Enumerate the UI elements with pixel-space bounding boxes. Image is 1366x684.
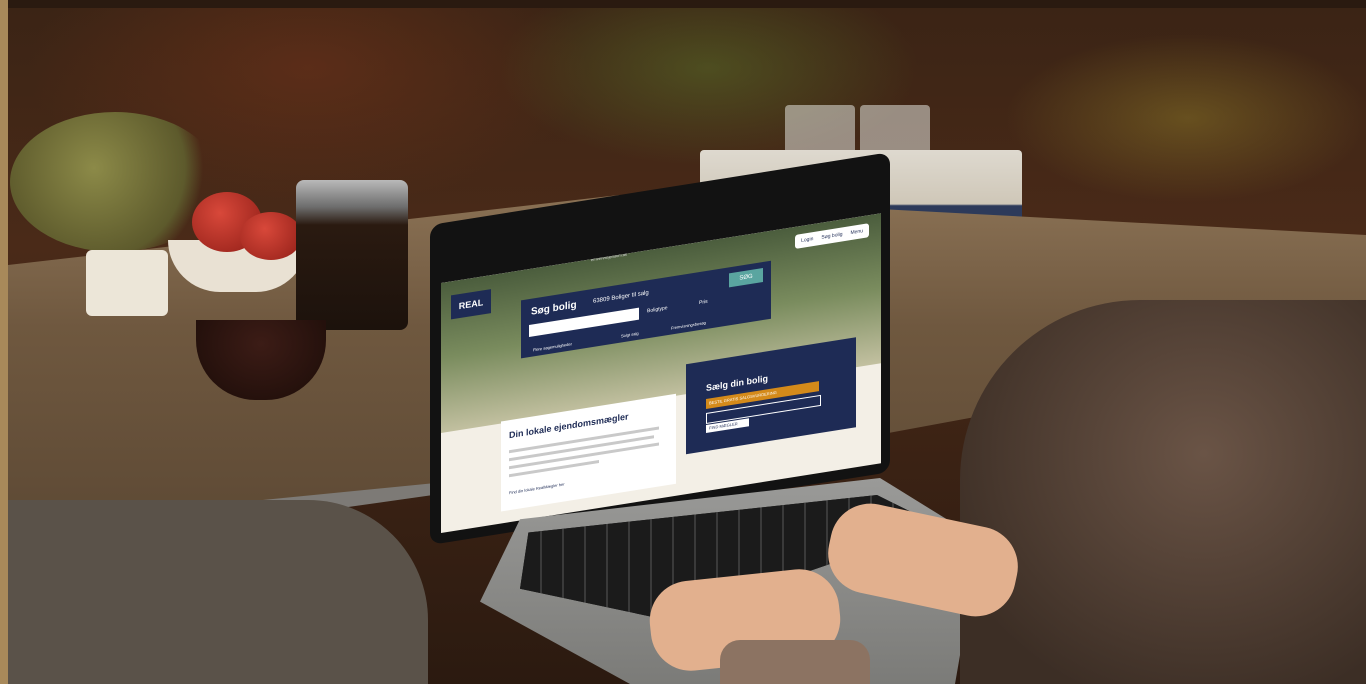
photo-scene: erhvervsejendom.dk REAL Login Søg bolig …	[0, 0, 1366, 684]
french-press	[296, 180, 408, 330]
person-shoulder	[8, 500, 428, 684]
login-link[interactable]: Login	[801, 232, 813, 248]
left-border	[0, 0, 8, 684]
apple	[240, 212, 302, 260]
property-type-select[interactable]: Boligtype	[647, 305, 668, 314]
sold-toggle[interactable]: Solgt salg	[621, 331, 639, 339]
person-body	[960, 300, 1366, 684]
hydrangea-plant	[10, 112, 220, 252]
price-select[interactable]: Pris	[699, 299, 708, 306]
agent-link[interactable]: Find din lokale RealMægler her	[509, 481, 565, 495]
plant-pot	[86, 250, 168, 316]
listing-count: 63809 Boliger til salg	[593, 290, 649, 305]
menu-link[interactable]: Menu	[850, 224, 863, 240]
more-options-link[interactable]: Flere søgemuligheder	[533, 341, 572, 352]
search-title: Søg bolig	[531, 299, 577, 318]
text-line	[509, 459, 599, 478]
search-button[interactable]: SØG	[729, 268, 763, 288]
open-house-toggle[interactable]: Fremvisningsbesøg	[671, 320, 706, 331]
sleeve	[720, 640, 870, 684]
